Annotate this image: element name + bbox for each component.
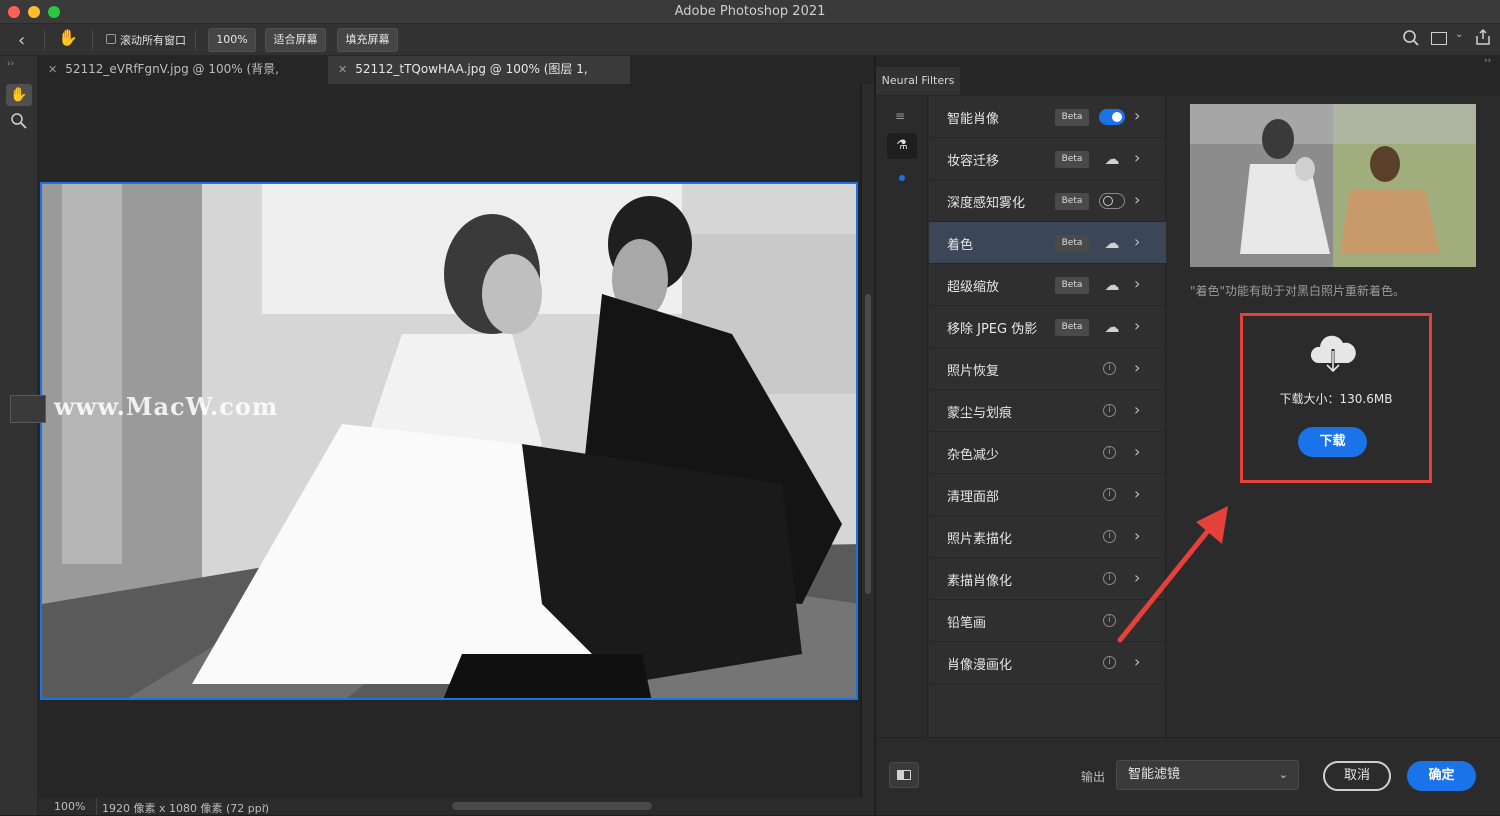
tools-panel: ›› ✋ [0, 56, 38, 815]
filter-toggle[interactable] [1099, 109, 1125, 125]
scroll-all-label: 滚动所有窗口 [120, 34, 186, 47]
info-icon[interactable]: i [1103, 362, 1116, 375]
chevron-right-icon[interactable]: › [1134, 400, 1140, 419]
filter-row-depth-haze[interactable]: 深度感知雾化 Beta › [929, 180, 1166, 222]
zoom-100-button[interactable]: 100% [208, 28, 256, 52]
canvas-handle[interactable] [10, 395, 46, 423]
chevron-right-icon[interactable]: › [1134, 190, 1140, 209]
annotation-arrow [1110, 500, 1240, 653]
output-select[interactable]: 智能滤镜 ⌄ [1116, 760, 1299, 790]
cloud-download-icon[interactable]: ☁ [1099, 277, 1125, 293]
filter-toggle[interactable] [1099, 193, 1125, 209]
beta-flask-icon[interactable]: ⚗ [887, 133, 917, 159]
zoom-readout[interactable]: 100% [54, 800, 85, 813]
beta-badge: Beta [1055, 277, 1089, 294]
document-tab-bar: ✕52112_eVRfFgnV.jpg @ 100% (背景, RGB/8#) … [38, 56, 874, 103]
cloud-download-icon[interactable]: ☁ [1099, 319, 1125, 335]
beta-badge: Beta [1055, 235, 1089, 252]
chevron-right-icon[interactable]: › [1134, 232, 1140, 251]
download-size-label: 下载大小：130.6MB [1279, 392, 1393, 406]
cloud-download-icon[interactable]: ☁ [1099, 235, 1125, 251]
filter-row-photo-restoration[interactable]: 照片恢复 i › [929, 348, 1166, 390]
hand-tool-icon[interactable]: ✋ [6, 84, 32, 106]
workspace-icon[interactable] [1431, 32, 1447, 45]
scroll-all-checkbox[interactable] [106, 34, 116, 44]
preview-toggle-icon[interactable] [889, 762, 919, 788]
beta-badge: Beta [1055, 193, 1089, 210]
back-arrow-icon[interactable]: ‹ [18, 30, 25, 51]
document-tab[interactable]: ✕52112_eVRfFgnV.jpg @ 100% (背景, RGB/8#) … [38, 56, 328, 103]
status-bar: 100% 1920 像素 x 1080 像素 (72 ppi) › [38, 798, 874, 815]
filter-row-noise-reduction[interactable]: 杂色减少 i › [929, 432, 1166, 474]
document-image[interactable]: www.MacW.com [40, 182, 858, 700]
chevron-right-icon[interactable]: › [262, 799, 266, 812]
title-bar: Adobe Photoshop 2021 [0, 0, 1500, 24]
search-icon[interactable] [1402, 29, 1420, 50]
share-icon[interactable] [1474, 28, 1492, 49]
scroll-thumb[interactable] [865, 294, 871, 594]
sliders-icon[interactable]: ≡ [895, 109, 905, 123]
chevron-right-icon[interactable]: › [1134, 652, 1140, 671]
chevron-right-icon[interactable]: › [1134, 442, 1140, 461]
panel-tab-bar: ›› [876, 56, 1500, 96]
options-bar: ‹ ✋ 滚动所有窗口 100% 适合屏幕 填充屏幕 ⌄ [0, 24, 1500, 56]
chevron-right-icon[interactable]: › [1134, 316, 1140, 335]
info-icon[interactable]: i [1103, 656, 1116, 669]
cancel-button[interactable]: 取消 [1323, 761, 1391, 791]
beta-badge: Beta [1055, 151, 1089, 168]
fit-screen-button[interactable]: 适合屏幕 [265, 28, 326, 52]
tab-neural-filters[interactable]: Neural Filters [876, 67, 960, 95]
chevron-right-icon[interactable]: › [1134, 274, 1140, 293]
window-title: Adobe Photoshop 2021 [674, 4, 826, 19]
filter-description: "着色"功能有助于对黑白照片重新着色。 [1190, 284, 1406, 298]
fill-screen-button[interactable]: 填充屏幕 [337, 28, 398, 52]
filter-row-super-zoom[interactable]: 超级缩放 Beta ☁ › [929, 264, 1166, 306]
collapse-icon[interactable]: ›› [7, 59, 14, 69]
chevron-down-icon[interactable]: ⌄ [1455, 29, 1463, 40]
close-tab-icon[interactable]: ✕ [338, 63, 347, 76]
output-label: 输出 [1081, 770, 1106, 784]
document-info: 1920 像素 x 1080 像素 (72 ppi) [102, 802, 270, 815]
watermark-text: www.MacW.com [54, 392, 279, 421]
category-icon-column: ≡ ⚗ [876, 96, 928, 737]
vertical-scrollbar[interactable] [862, 84, 874, 798]
chevron-right-icon[interactable]: › [1134, 106, 1140, 125]
cloud-download-icon[interactable]: ☁ [1099, 151, 1125, 167]
chevron-right-icon[interactable]: › [1134, 358, 1140, 377]
filter-row-colorize[interactable]: 着色 Beta ☁ › [929, 222, 1166, 264]
filter-row-smart-portrait[interactable]: 智能肖像 Beta › [929, 96, 1166, 138]
info-icon[interactable]: i [1103, 404, 1116, 417]
beta-badge: Beta [1055, 319, 1089, 336]
download-button[interactable]: 下载 [1298, 427, 1367, 457]
chevron-down-icon: ⌄ [1278, 768, 1288, 781]
horizontal-scroll-thumb[interactable] [452, 802, 652, 810]
filter-row-dust-scratches[interactable]: 蒙尘与划痕 i › [929, 390, 1166, 432]
zoom-tool-icon[interactable] [10, 112, 28, 133]
colorize-preview-image [1190, 104, 1476, 267]
ok-button[interactable]: 确定 [1407, 761, 1476, 791]
document-tab-active[interactable]: ✕52112_tTQowHAA.jpg @ 100% (图层 1, RGB/8#… [328, 56, 630, 103]
hand-tool-icon[interactable]: ✋ [58, 28, 78, 47]
filter-row-jpeg-artifacts[interactable]: 移除 JPEG 伪影 Beta ☁ › [929, 306, 1166, 348]
filter-row-makeup-transfer[interactable]: 妆容迁移 Beta ☁ › [929, 138, 1166, 180]
info-icon[interactable]: i [1103, 446, 1116, 459]
cloud-download-icon [1310, 333, 1356, 380]
collapse-icon[interactable]: ›› [1484, 56, 1491, 66]
chevron-right-icon[interactable]: › [1134, 148, 1140, 167]
close-tab-icon[interactable]: ✕ [48, 63, 57, 76]
notification-dot [899, 175, 905, 181]
beta-badge: Beta [1055, 109, 1089, 126]
